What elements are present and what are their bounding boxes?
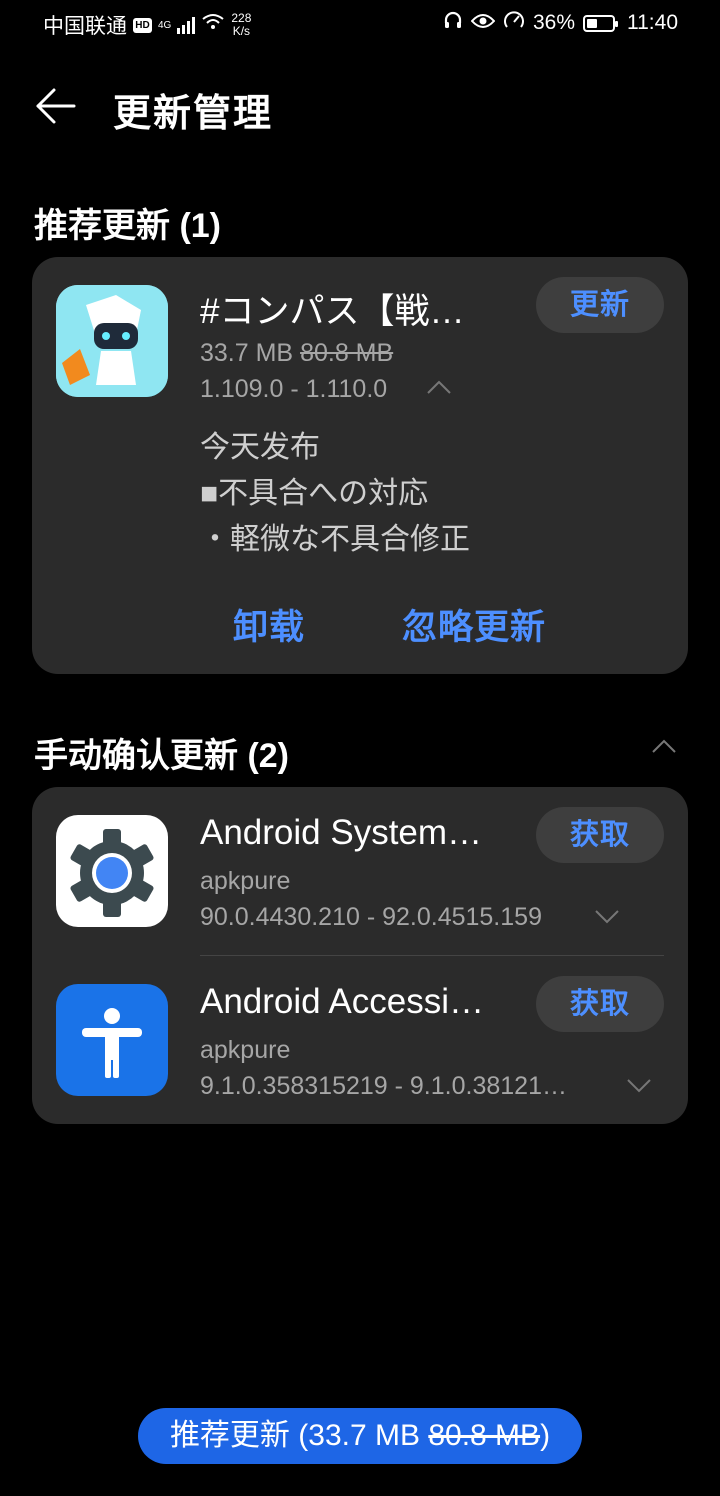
get-button[interactable]: 获取 (536, 807, 664, 863)
bottom-button-old-size: 80.8 MB (428, 1419, 541, 1452)
chevron-down-icon[interactable] (626, 1078, 652, 1094)
release-note-line: ・軽微な不具合修正 (200, 523, 470, 556)
app-source: apkpure (200, 1036, 291, 1064)
bottom-button-label-prefix: 推荐更新 (33.7 MB (169, 1419, 429, 1452)
battery-percent: 36% (532, 11, 575, 34)
data-saver-icon (503, 10, 525, 36)
signal-icon (177, 16, 196, 34)
status-bar: 中国联通 HD 4G 228 K/s 36% 11:40 (0, 0, 720, 50)
clock: 11:40 (627, 11, 678, 34)
manual-section-title: 手动确认更新 (2) (34, 737, 289, 775)
update-button[interactable]: 更新 (536, 277, 664, 333)
page-title: 更新管理 (113, 93, 274, 135)
net-speed-value: 228 (231, 11, 252, 25)
battery-charging-icon (583, 14, 618, 32)
recommended-section-title: 推荐更新 (1) (34, 207, 221, 245)
update-recommended-button[interactable]: 推荐更新 (33.7 MB 80.8 MB) (138, 1408, 582, 1464)
ignore-update-button[interactable]: 忽略更新 (402, 599, 546, 650)
accessibility-person-icon (82, 1008, 142, 1078)
recommended-app-versions: 1.109.0 - 1.110.0 (200, 375, 388, 403)
release-note-line: ■不具合への対応 (200, 477, 429, 510)
status-right: 36% 11:40 (443, 10, 678, 36)
get-button[interactable]: 获取 (536, 976, 664, 1032)
gear-icon (70, 829, 154, 917)
headphones-icon (443, 10, 463, 36)
release-notes: 今天发布 ■不具合への対応 ・軽微な不具合修正 (200, 425, 470, 563)
app-versions: 90.0.4430.210 - 92.0.4515.159 (200, 903, 542, 931)
eye-icon (470, 11, 496, 35)
recommended-update-card: #コンパス【戦… 更新 33.7 MB 80.8 MB 1.109.0 - 1.… (32, 257, 688, 674)
app-source: apkpure (200, 867, 291, 895)
list-item[interactable]: Android System… 获取 apkpure 90.0.4430.210… (32, 787, 688, 955)
net-speed: 228 K/s (231, 12, 251, 38)
compass-app-icon[interactable] (56, 285, 168, 397)
app-name: Android System… (200, 813, 483, 852)
bottom-button-label-suffix: ) (540, 1419, 551, 1452)
back-arrow-icon (36, 88, 76, 124)
manual-update-card: Android System… 获取 apkpure 90.0.4430.210… (32, 787, 688, 1124)
wifi-icon (201, 13, 225, 37)
status-left: 中国联通 HD 4G 228 K/s (43, 10, 251, 40)
compass-character-icon (56, 285, 168, 397)
collapse-chevron-icon[interactable] (651, 738, 677, 754)
app-versions: 9.1.0.358315219 - 9.1.0.38121… (200, 1072, 567, 1100)
old-size: 80.8 MB (300, 339, 394, 367)
carrier-label: 中国联通 (43, 15, 127, 38)
app-name: Android Accessi… (200, 982, 485, 1021)
release-note-line: 今天发布 (200, 431, 320, 464)
uninstall-button[interactable]: 卸载 (233, 599, 305, 650)
net-speed-unit: K/s (232, 24, 251, 38)
hd-icon: HD (133, 17, 152, 33)
new-size: 33.7 MB (200, 339, 294, 367)
net-type-label: 4G (158, 19, 172, 31)
list-item[interactable]: Android Accessi… 获取 apkpure 9.1.0.358315… (32, 956, 688, 1124)
accessibility-app-icon (56, 984, 168, 1096)
chevron-up-icon[interactable] (426, 379, 452, 395)
recommended-app-name: #コンパス【戦… (200, 292, 465, 331)
chevron-down-icon[interactable] (594, 909, 620, 925)
recommended-app-size: 33.7 MB 80.8 MB (200, 339, 393, 368)
android-system-webview-icon (56, 815, 168, 927)
back-button[interactable] (34, 86, 78, 126)
